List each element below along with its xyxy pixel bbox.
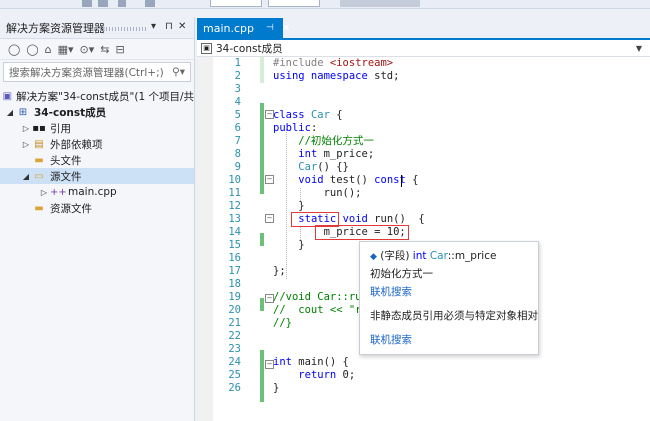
tree-item-header-files[interactable]: ▬ 头文件 bbox=[0, 152, 194, 168]
change-indicator bbox=[260, 57, 264, 83]
tree-item-project[interactable]: ◢ ⊞ 34-const成员 bbox=[0, 104, 194, 120]
tree-item-external-deps[interactable]: ▷ ▤ 外部依赖项 bbox=[0, 136, 194, 152]
toolbar-icon[interactable] bbox=[98, 0, 108, 7]
explorer-search[interactable]: 搜索解决方案资源管理器(Ctrl+;) ⚲▾ bbox=[3, 62, 191, 82]
collapsed-arrow-icon[interactable]: ▷ bbox=[38, 188, 50, 197]
solution-tree: ▣ 解决方案"34-const成员"(1 个项目/共 ◢ ⊞ 34-const成员… bbox=[0, 88, 194, 216]
toolbar-icon[interactable] bbox=[145, 0, 155, 7]
pin-icon[interactable]: ⊓ bbox=[165, 21, 173, 32]
project-scope-icon: ▣ bbox=[201, 42, 212, 54]
error-highlight-m-price bbox=[315, 225, 409, 240]
change-indicator bbox=[260, 298, 264, 311]
tab-main-cpp[interactable]: main.cpp ⊣ ✕ bbox=[197, 18, 290, 38]
refresh-icon[interactable]: ⇆ bbox=[100, 43, 109, 56]
folder-icon: ▬ bbox=[34, 202, 44, 214]
scope-label: 34-const成员 bbox=[216, 42, 283, 55]
solution-explorer: 解决方案资源管理器 ▾ ⊓ ✕ ◯ ◯ ⌂ ▦▾ ⊙▾ ⇆ ⊟ 搜索解决方案资源… bbox=[0, 18, 195, 421]
change-indicator bbox=[260, 233, 264, 246]
toolbar-icon[interactable] bbox=[118, 0, 126, 7]
cpp-file-icon: ++ bbox=[50, 186, 67, 198]
expanded-arrow-icon[interactable]: ◢ bbox=[20, 172, 32, 181]
config-dropdown[interactable] bbox=[210, 0, 262, 7]
drag-grip[interactable] bbox=[94, 27, 146, 31]
text-cursor bbox=[401, 175, 402, 187]
quick-info-tooltip: ◆ (字段) int Car::m_price 初始化方式一 联机搜索 非静态成… bbox=[359, 241, 539, 355]
search-input[interactable]: 搜索解决方案资源管理器(Ctrl+;) bbox=[9, 65, 164, 80]
close-icon[interactable]: ✕ bbox=[178, 21, 186, 32]
close-tab-icon[interactable]: ✕ bbox=[282, 23, 290, 34]
back-icon[interactable]: ◯ bbox=[8, 43, 20, 56]
tooltip-error-message: 非静态成员引用必须与特定对象相对 bbox=[370, 310, 538, 322]
collapse-icon[interactable]: ⊟ bbox=[116, 43, 125, 56]
online-search-link[interactable]: 联机搜索 bbox=[370, 284, 412, 299]
scope-navigation-bar[interactable]: ▣ 34-const成员 ▼ bbox=[197, 40, 650, 57]
explorer-title-bar: 解决方案资源管理器 ▾ ⊓ ✕ bbox=[0, 18, 194, 39]
field-icon: ◆ bbox=[370, 252, 377, 262]
sync-icon[interactable]: ▦▾ bbox=[58, 43, 74, 56]
tree-item-resource-files[interactable]: ▬ 资源文件 bbox=[0, 200, 194, 216]
tree-item-solution[interactable]: ▣ 解决方案"34-const成员"(1 个项目/共 bbox=[0, 88, 194, 104]
platform-dropdown[interactable] bbox=[268, 0, 320, 7]
folder-icon: ▬ bbox=[34, 154, 44, 166]
home-icon[interactable]: ⌂ bbox=[45, 43, 52, 56]
pin-icon[interactable]: ⊣ bbox=[266, 23, 274, 33]
references-icon: ▪▪ bbox=[32, 122, 46, 134]
tooltip-signature: ◆ (字段) int Car::m_price bbox=[370, 250, 497, 262]
explorer-title: 解决方案资源管理器 bbox=[6, 22, 105, 35]
tree-item-source-files[interactable]: ◢ ▭ 源文件 bbox=[0, 168, 194, 184]
tree-item-references[interactable]: ▷ ▪▪ 引用 bbox=[0, 120, 194, 136]
tab-label: main.cpp bbox=[203, 21, 254, 35]
editor-margin bbox=[197, 57, 214, 421]
expanded-arrow-icon[interactable]: ◢ bbox=[4, 108, 16, 117]
online-search-link[interactable]: 联机搜索 bbox=[370, 332, 412, 347]
collapsed-arrow-icon[interactable]: ▷ bbox=[20, 124, 32, 133]
folder-open-icon: ▭ bbox=[34, 170, 44, 182]
chevron-down-icon[interactable]: ▼ bbox=[636, 44, 642, 53]
folder-icon: ▤ bbox=[34, 138, 44, 150]
tree-item-main-cpp[interactable]: ▷ ++ main.cpp bbox=[0, 184, 194, 200]
debugger-target[interactable] bbox=[340, 0, 420, 7]
code-editor[interactable]: − − − − − 1 #include <iostream> 2 using na… bbox=[213, 57, 650, 421]
collapsed-arrow-icon[interactable]: ▷ bbox=[20, 140, 32, 149]
toolbar-icon[interactable] bbox=[82, 0, 92, 7]
dropdown-icon[interactable]: ▾ bbox=[151, 21, 156, 32]
history-icon[interactable]: ⊙▾ bbox=[80, 43, 95, 56]
project-icon: ⊞ bbox=[18, 106, 28, 118]
change-indicator bbox=[260, 350, 264, 402]
solution-icon: ▣ bbox=[2, 90, 13, 102]
main-toolbar bbox=[0, 0, 650, 9]
tooltip-comment: 初始化方式一 bbox=[370, 268, 433, 280]
search-icon[interactable]: ⚲▾ bbox=[172, 66, 185, 78]
forward-icon[interactable]: ◯ bbox=[26, 43, 38, 56]
explorer-toolbar: ◯ ◯ ⌂ ▦▾ ⊙▾ ⇆ ⊟ bbox=[0, 39, 194, 60]
editor-tab-strip: main.cpp ⊣ ✕ bbox=[197, 18, 650, 40]
change-indicator bbox=[260, 103, 264, 194]
